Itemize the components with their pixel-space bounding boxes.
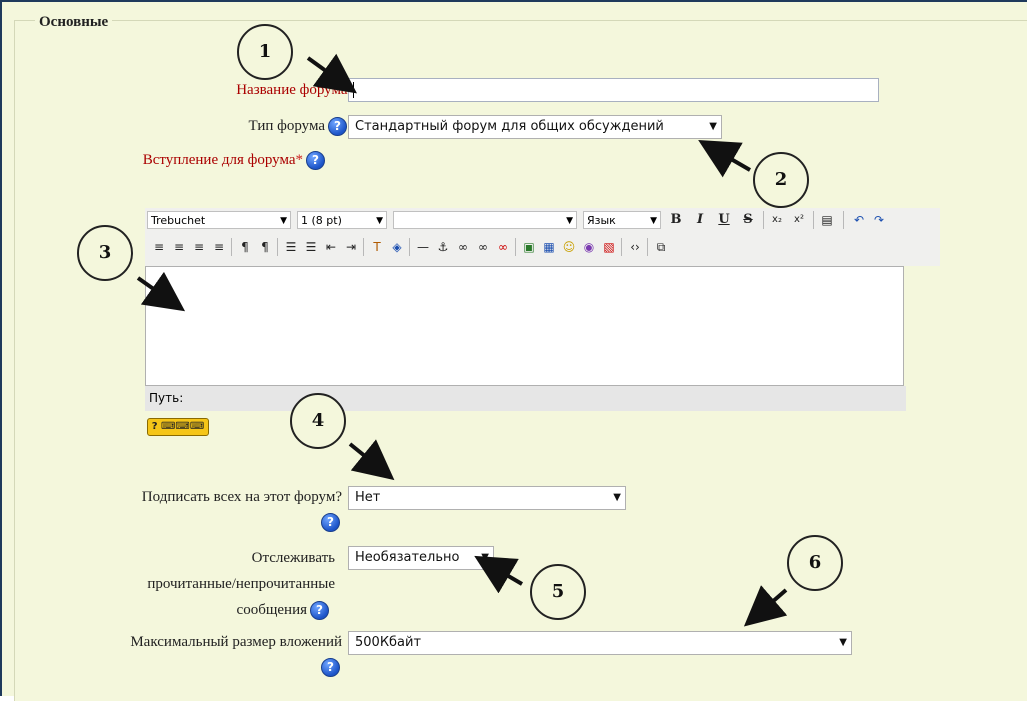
callout-2: 2	[753, 152, 809, 208]
callout-1: 1	[237, 24, 293, 80]
arrow-6	[743, 585, 788, 627]
annotation-arrows	[136, 53, 788, 627]
callout-4: 4	[290, 393, 346, 449]
arrow-3	[136, 271, 186, 312]
arrow-4	[348, 439, 395, 481]
callout-6: 6	[787, 535, 843, 591]
arrow-2	[698, 139, 752, 178]
arrow-1	[306, 53, 357, 94]
arrow-5	[474, 555, 524, 594]
callout-3: 3	[77, 225, 133, 281]
callout-5: 5	[530, 564, 586, 620]
